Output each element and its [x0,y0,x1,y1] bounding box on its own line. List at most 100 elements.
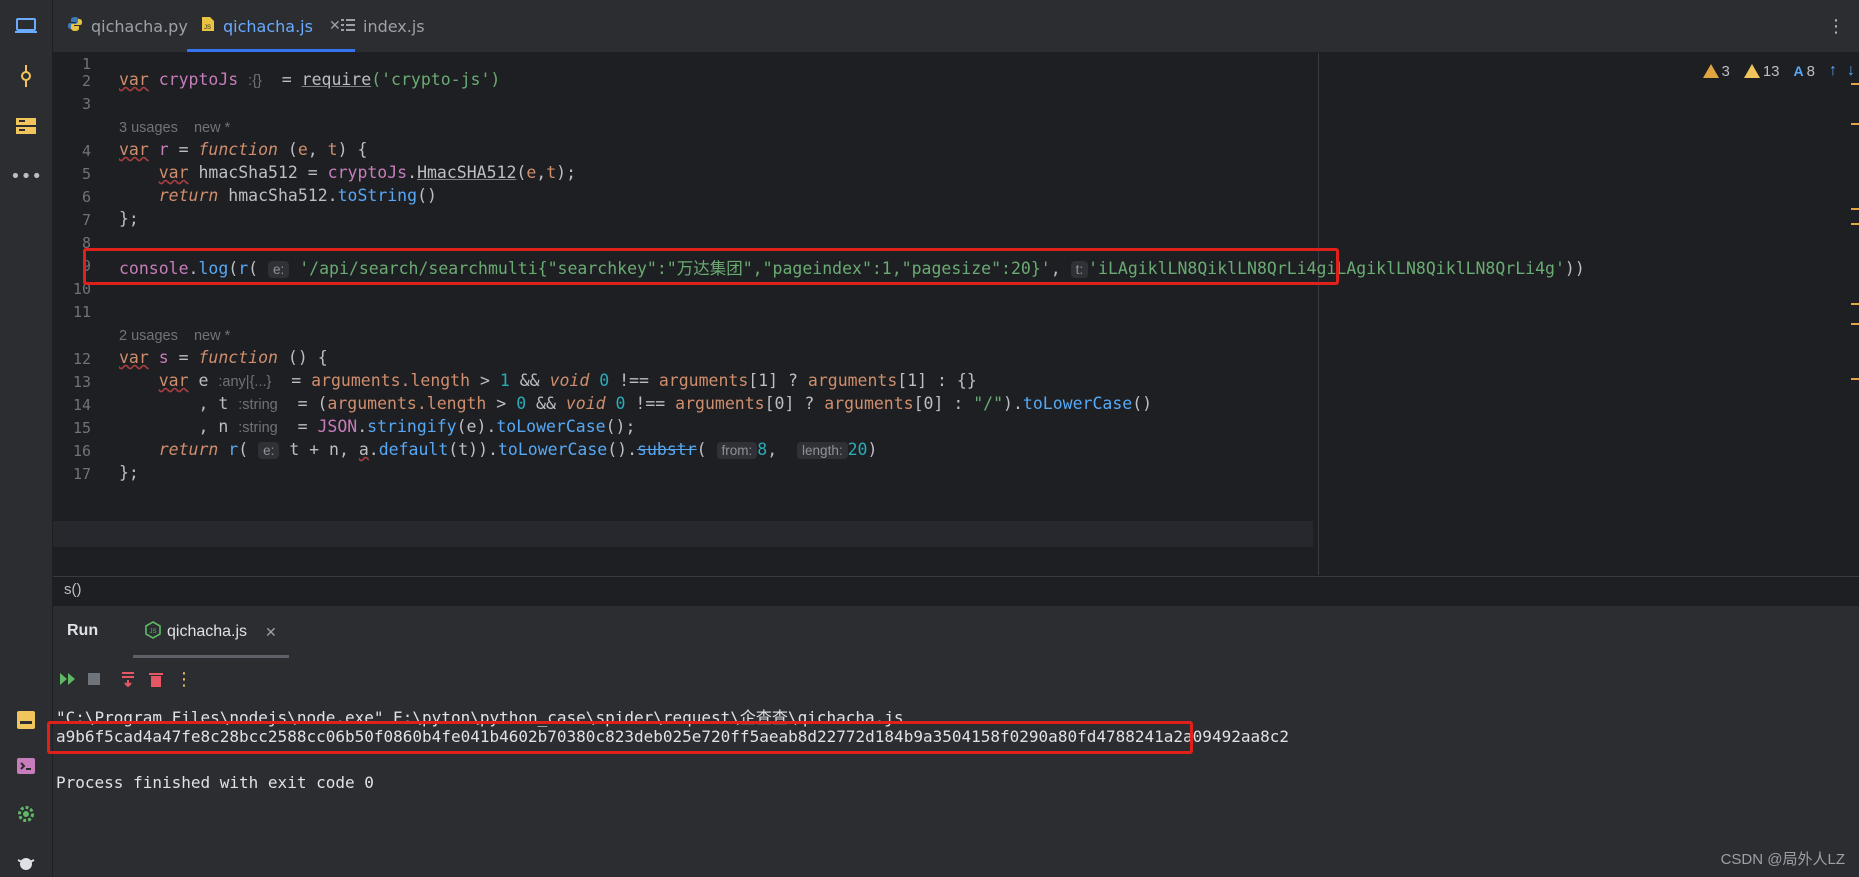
keyword: void [565,394,606,413]
code-line-4: var r = function (e, t) { [119,140,367,159]
code-token: hmacSha512. [218,186,338,205]
watermark: CSDN @局外人LZ [1720,851,1845,868]
rerun-icon[interactable] [57,668,79,690]
type-hint: :{} [248,73,262,89]
identifier: .length [416,394,487,413]
warning-group-2[interactable]: 13 [1743,62,1780,80]
usages-count[interactable]: 2 usages [119,328,178,344]
scrollbar-mark[interactable] [1851,378,1859,380]
code-line-14: , t :string = (arguments.length > 0 && v… [119,394,1152,413]
keyword: return [158,440,219,459]
tab-qichacha-py[interactable]: qichacha.py [53,0,202,52]
identifier: arguments [327,394,417,413]
code-token: = [168,140,199,159]
usage-hint[interactable]: 3 usages new * [119,120,230,136]
editor-tab-bar: qichacha.py JS qichacha.js ✕ index.js ⋮ [53,0,1859,53]
close-run-tab-icon[interactable]: ✕ [265,624,277,641]
code-token: ( [696,440,707,459]
warning-count: 13 [1762,62,1780,80]
identifier: require [301,70,372,89]
type-hint: :string [238,420,278,436]
scrollbar-mark[interactable] [1851,83,1859,85]
keyword: void [549,371,590,390]
tab-index-js[interactable]: index.js [327,0,439,52]
code-token: (). [607,440,638,459]
code-line-6: return hmacSha512.toString() [119,186,437,205]
code-token: ( [516,163,527,182]
highlight-box-output [47,721,1193,754]
code-token: [0] [764,394,795,413]
method-call: toString [337,186,418,205]
code-token: = [287,417,318,436]
svg-text:JS: JS [150,629,157,635]
method-call: stringify [367,417,457,436]
identifier: s [158,348,169,367]
project-icon[interactable] [12,12,40,40]
database-icon[interactable] [12,706,40,734]
keyword: function [198,348,278,367]
number-literal: 0 [605,394,626,413]
code-token: !== [609,371,659,390]
parameter-hint: from: [716,442,758,459]
code-token: , [536,163,547,182]
line-number: 15 [72,419,91,437]
tabs-menu-icon[interactable]: ⋮ [1827,16,1845,37]
identifier: arguments [311,371,401,390]
more-tools-icon[interactable]: ••• [10,162,42,190]
previous-highlight-icon[interactable]: ↑ [1829,62,1837,80]
code-token: > [486,394,517,413]
identifier: arguments [675,394,765,413]
identifier: arguments [807,371,898,390]
code-token: ? [778,371,808,390]
commit-icon[interactable] [12,62,40,90]
code-token: e [188,371,209,390]
usages-count[interactable]: 3 usages [119,120,178,136]
code-line-13: var e :any|{...} = arguments.length > 1 … [158,371,977,390]
scrollbar-mark[interactable] [1851,123,1859,125]
code-editor[interactable]: 1 2 3 4 5 6 7 8 9 10 11 12 13 14 15 16 1… [53,53,1859,575]
line-number: 14 [72,396,91,414]
code-token: , [767,440,778,459]
tab-label: qichacha.js [223,16,313,36]
settings-gear-icon[interactable] [12,800,40,828]
line-number: 7 [81,211,91,229]
scrollbar-mark[interactable] [1851,208,1859,210]
method-call: default [378,440,449,459]
breadcrumb[interactable]: s() [53,576,1859,605]
current-line-highlight [53,521,1313,547]
svg-text:JS: JS [204,25,211,31]
scrollbar-mark[interactable] [1851,303,1859,305]
code-token: , t [198,394,229,413]
code-token: )) [1564,259,1585,278]
clear-console-icon[interactable] [145,668,167,690]
line-number: 6 [81,188,91,206]
number-literal: 1 [499,371,510,390]
more-actions-icon[interactable]: ⋮ [173,668,195,690]
identifier: .length [400,371,471,390]
typo-group[interactable]: A8 [1794,63,1815,80]
scroll-to-end-icon[interactable] [117,668,139,690]
next-highlight-icon[interactable]: ↓ [1847,62,1855,80]
warning-group-1[interactable]: 3 [1702,63,1730,80]
inspection-widget[interactable]: 3 13 A8 ↑ ↓ [1693,59,1855,83]
run-tab-qichacha-js[interactable]: JS qichacha.js ✕ [133,606,289,658]
tab-label: index.js [363,16,425,36]
terminal-icon[interactable] [12,752,40,780]
code-token: = [168,348,199,367]
scrollbar-mark[interactable] [1851,223,1859,225]
line-number: 17 [72,465,91,483]
code-token: = [281,371,312,390]
line-number: 3 [81,95,91,113]
scrollbar-mark[interactable] [1851,323,1859,325]
method-call: toLowerCase [497,440,608,459]
method-call: toLowerCase [1022,394,1133,413]
usage-hint[interactable]: 2 usages new * [119,328,230,344]
code-token: ) [867,440,878,459]
debug-icon[interactable] [12,848,40,876]
code-line-12: var s = function () { [119,348,328,367]
structure-icon[interactable] [12,112,40,140]
code-token: ); [556,163,577,182]
stop-icon[interactable] [83,668,105,690]
right-margin-guide [1318,53,1319,575]
run-console[interactable]: "C:\Program Files\nodejs\node.exe" E:\py… [47,700,1859,877]
